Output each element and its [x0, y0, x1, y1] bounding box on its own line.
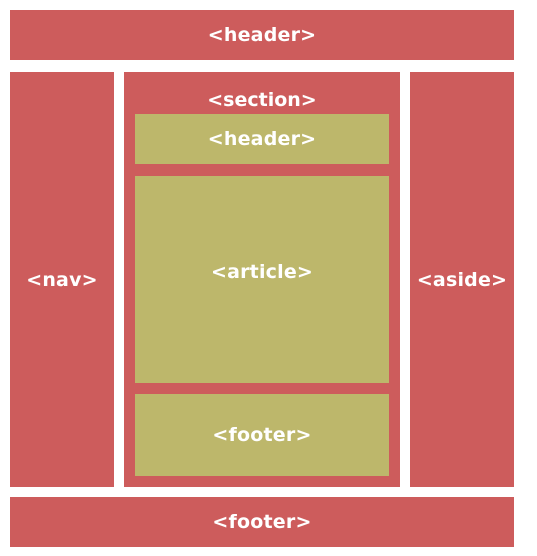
nav-block: <nav> [10, 72, 114, 487]
section-header-block: <header> [135, 114, 389, 164]
page-header-block: <header> [10, 10, 514, 60]
section-header-label: <header> [207, 128, 317, 150]
page-footer-label: <footer> [212, 511, 312, 533]
section-footer-block: <footer> [135, 394, 389, 476]
aside-block: <aside> [410, 72, 514, 487]
page-header-label: <header> [207, 24, 317, 46]
page-footer-block: <footer> [10, 497, 514, 547]
article-block: <article> [135, 176, 389, 383]
section-label: <section> [207, 89, 317, 111]
article-label: <article> [210, 261, 314, 283]
section-footer-label: <footer> [212, 424, 312, 446]
nav-label: <nav> [26, 268, 98, 291]
aside-label: <aside> [416, 268, 508, 291]
